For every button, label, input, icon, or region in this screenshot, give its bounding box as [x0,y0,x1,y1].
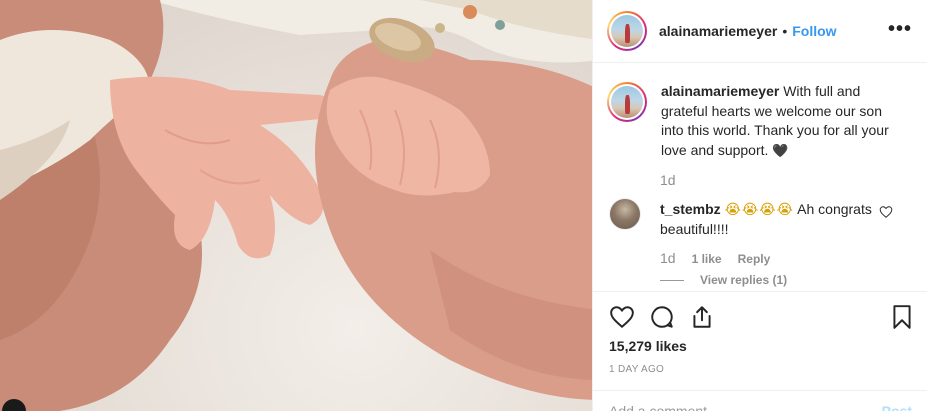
post-photo[interactable] [0,0,592,411]
likes-count[interactable]: 15,279 likes [609,338,687,354]
reply-button[interactable]: Reply [738,252,771,266]
follow-button[interactable]: Follow [792,23,836,39]
action-bar [593,291,927,341]
view-replies-label: View replies (1) [700,273,788,287]
comment-text-block: t_stembz 😭😭😭😭 Ah congrats beautiful!!!! [660,200,880,239]
caption-avatar[interactable] [607,82,647,122]
author-avatar[interactable] [607,11,647,51]
add-comment-bar: Add a comment… Post [593,390,927,411]
comment-bubble-icon[interactable] [649,304,675,330]
separator-dot: • [782,23,788,39]
more-options-icon[interactable]: ••• [888,18,912,41]
photo-hands-illustration [0,0,592,411]
caption-text-block: alainamariemeyer With full and grateful … [661,82,907,161]
comment-username[interactable]: t_stembz [660,201,721,217]
caption: alainamariemeyer With full and grateful … [607,82,907,161]
post-side-panel: alainamariemeyer • Follow ••• alainamari… [592,0,927,411]
add-comment-input[interactable]: Add a comment… [609,403,721,411]
comments-section: alainamariemeyer With full and grateful … [593,64,927,291]
post-timestamp[interactable]: 1 DAY AGO [609,364,664,375]
comment-heart-icon[interactable] [879,205,893,219]
post-comment-button[interactable]: Post [882,403,912,411]
caption-username[interactable]: alainamariemeyer [661,83,779,99]
crying-emoji: 😭😭😭😭 [724,202,795,218]
caption-time[interactable]: 1d [660,172,676,188]
comment-time[interactable]: 1d [660,250,676,266]
comment-likes[interactable]: 1 like [692,252,722,266]
author-username[interactable]: alainamariemeyer [659,23,777,39]
commenter-avatar[interactable] [609,198,641,230]
post-header: alainamariemeyer • Follow ••• [593,0,927,63]
save-bookmark-icon[interactable] [889,304,915,330]
replies-divider [660,279,684,281]
view-replies-button[interactable]: View replies (1) [660,273,787,287]
share-icon[interactable] [689,304,715,330]
comment-meta: 1d 1 like Reply [660,250,770,266]
like-heart-icon[interactable] [609,304,635,330]
black-heart-emoji: 🖤 [772,143,789,159]
